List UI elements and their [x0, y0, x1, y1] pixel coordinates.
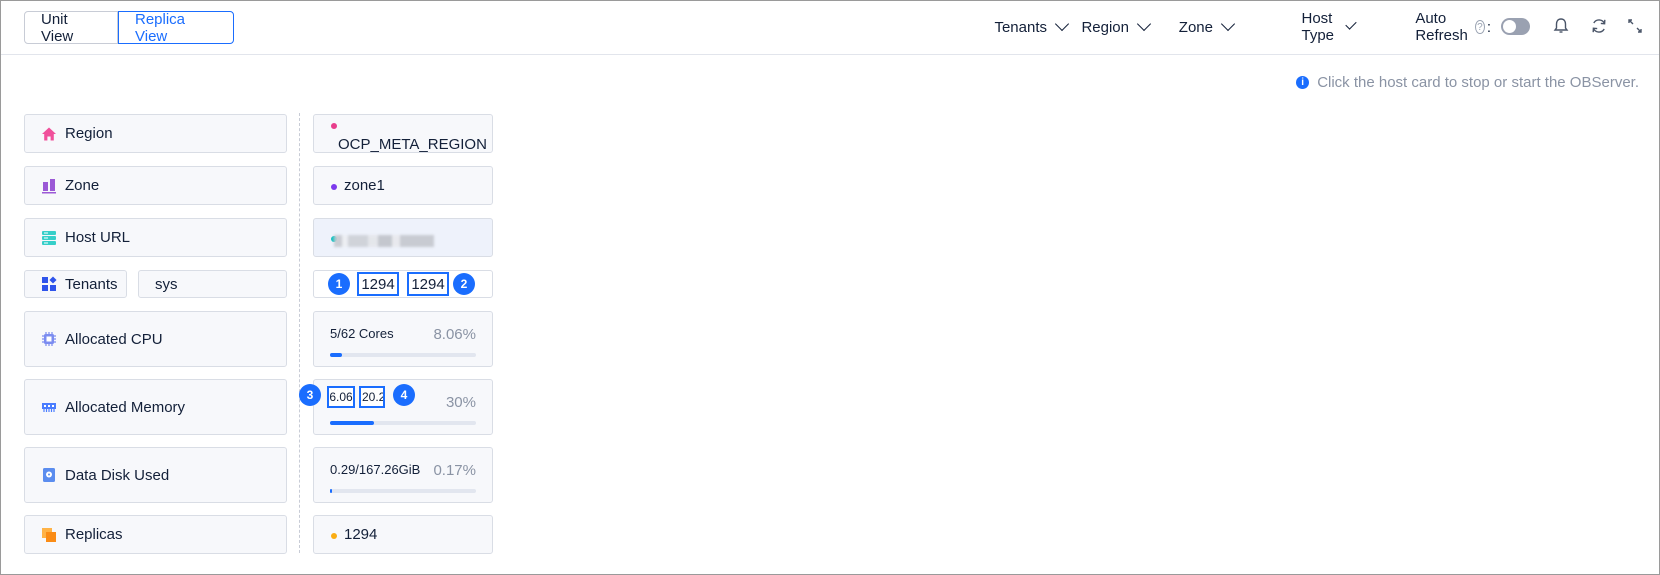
- observer-topology-panel: Unit View Replica View Tenants Region Zo…: [0, 0, 1660, 575]
- cpu-icon: [42, 332, 56, 346]
- memory-usage-percent: 30%: [445, 394, 476, 411]
- host-card[interactable]: [313, 218, 493, 257]
- region-filter[interactable]: Region: [1081, 15, 1152, 39]
- region-filter-label: Region: [1081, 18, 1129, 36]
- refresh-icon[interactable]: [1589, 15, 1609, 37]
- host-type-filter-label: Host Type: [1301, 10, 1335, 44]
- disk-usage-fill: [330, 489, 332, 493]
- unit-view-button[interactable]: Unit View: [24, 11, 118, 45]
- zone-filter[interactable]: Zone: [1178, 15, 1236, 39]
- zone-icon: [42, 178, 56, 193]
- replica-dot: [331, 533, 337, 539]
- memory-used-value[interactable]: 6.06: [327, 386, 355, 408]
- column-divider: [299, 113, 300, 553]
- host-tenant-cell: 1 1294 1294 2: [313, 270, 493, 298]
- memory-usage-fill: [330, 421, 374, 425]
- replicas-label: Replicas: [65, 526, 123, 543]
- host-region-cell[interactable]: OCP_META_REGION: [313, 114, 493, 153]
- server-icon: [42, 230, 56, 245]
- host-region-value: OCP_META_REGION: [338, 136, 487, 153]
- host-disk-cell: 0.29/167.26GiB 0.17%: [313, 447, 493, 503]
- tenant-unit-right[interactable]: 1294: [407, 272, 449, 296]
- replicas-row-label: Replicas: [24, 515, 287, 554]
- host-url-label: Host URL: [65, 229, 131, 246]
- memory-total-value[interactable]: 20.2G: [359, 386, 385, 408]
- zone-label: Zone: [65, 177, 100, 194]
- region-dot: [331, 123, 337, 129]
- info-hint: i Click the host card to stop or start t…: [1296, 74, 1639, 91]
- auto-refresh-toggle[interactable]: [1501, 18, 1530, 35]
- chevron-down-icon: [1345, 18, 1357, 30]
- chevron-down-icon: [1054, 16, 1070, 32]
- cpu-usage-bar: [330, 353, 476, 357]
- tenant-sys[interactable]: sys: [138, 270, 287, 298]
- disk-icon: [43, 468, 55, 482]
- data-disk-used-label: Data Disk Used: [65, 466, 170, 484]
- view-switch: Unit View Replica View: [24, 11, 234, 45]
- host-url-redacted: [334, 235, 434, 247]
- auto-refresh: Auto Refresh ? :: [1415, 10, 1491, 44]
- memory-icon: [42, 403, 56, 412]
- marker-1: 1: [328, 273, 350, 295]
- chevron-down-icon: [1220, 16, 1236, 32]
- host-zone-cell[interactable]: zone1: [313, 166, 493, 205]
- host-zone-value: zone1: [344, 177, 385, 194]
- region-row-label: Region: [24, 114, 287, 153]
- tenant-unit-left[interactable]: 1294: [357, 272, 399, 296]
- tenants-row-label: Tenants: [24, 270, 127, 298]
- allocated-memory-label: Allocated Memory: [65, 398, 186, 416]
- zone-row-label: Zone: [24, 166, 287, 205]
- allocated-cpu-row-label: Allocated CPU: [24, 311, 287, 367]
- replicas-icon: [42, 527, 56, 542]
- disk-usage-bar: [330, 489, 476, 493]
- marker-2: 2: [453, 273, 475, 295]
- zone-dot: [331, 184, 337, 190]
- marker-3: 3: [299, 384, 321, 406]
- allocated-cpu-label: Allocated CPU: [65, 330, 163, 348]
- auto-refresh-colon: :: [1486, 18, 1491, 36]
- replica-view-button[interactable]: Replica View: [118, 11, 234, 45]
- tenants-icon: [42, 276, 57, 291]
- tenants-label: Tenants: [65, 275, 118, 293]
- zone-filter-label: Zone: [1178, 18, 1213, 36]
- region-label: Region: [65, 125, 113, 142]
- cpu-usage-fill: [330, 353, 342, 357]
- data-disk-used-row-label: Data Disk Used: [24, 447, 287, 503]
- marker-4: 4: [393, 384, 415, 406]
- host-replicas-value: 1294: [344, 526, 378, 543]
- allocated-memory-row-label: Allocated Memory: [24, 379, 287, 435]
- tenants-filter[interactable]: Tenants: [994, 15, 1070, 39]
- home-icon: [42, 127, 56, 140]
- host-cpu-cell: 5/62 Cores 8.06%: [313, 311, 493, 367]
- disk-usage-text: 0.29/167.26GiB: [330, 462, 421, 477]
- bell-icon[interactable]: [1551, 15, 1571, 37]
- auto-refresh-label: Auto Refresh: [1415, 10, 1468, 44]
- cpu-usage-text: 5/62 Cores: [330, 326, 394, 341]
- help-icon[interactable]: ?: [1475, 20, 1485, 34]
- host-type-filter[interactable]: Host Type: [1301, 10, 1357, 44]
- fullscreen-icon[interactable]: [1625, 15, 1645, 37]
- tenants-filter-label: Tenants: [994, 18, 1047, 36]
- memory-usage-bar: [330, 421, 476, 425]
- host-url-row-label: Host URL: [24, 218, 287, 257]
- host-replicas-cell: 1294: [313, 515, 493, 554]
- cpu-usage-percent: 8.06%: [433, 326, 476, 343]
- info-icon: i: [1296, 76, 1310, 89]
- info-text: Click the host card to stop or start the…: [1317, 74, 1639, 91]
- disk-usage-percent: 0.17%: [433, 462, 476, 479]
- chevron-down-icon: [1136, 16, 1152, 32]
- toolbar: Unit View Replica View Tenants Region Zo…: [1, 1, 1659, 55]
